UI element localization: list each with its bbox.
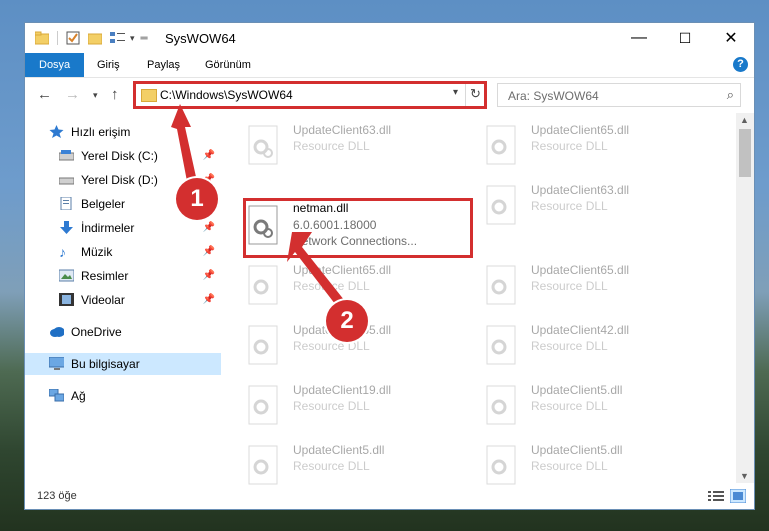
step-1-badge: 1 — [176, 178, 218, 220]
annotation-arrows — [171, 104, 360, 326]
step-2-badge: 2 — [326, 300, 368, 342]
